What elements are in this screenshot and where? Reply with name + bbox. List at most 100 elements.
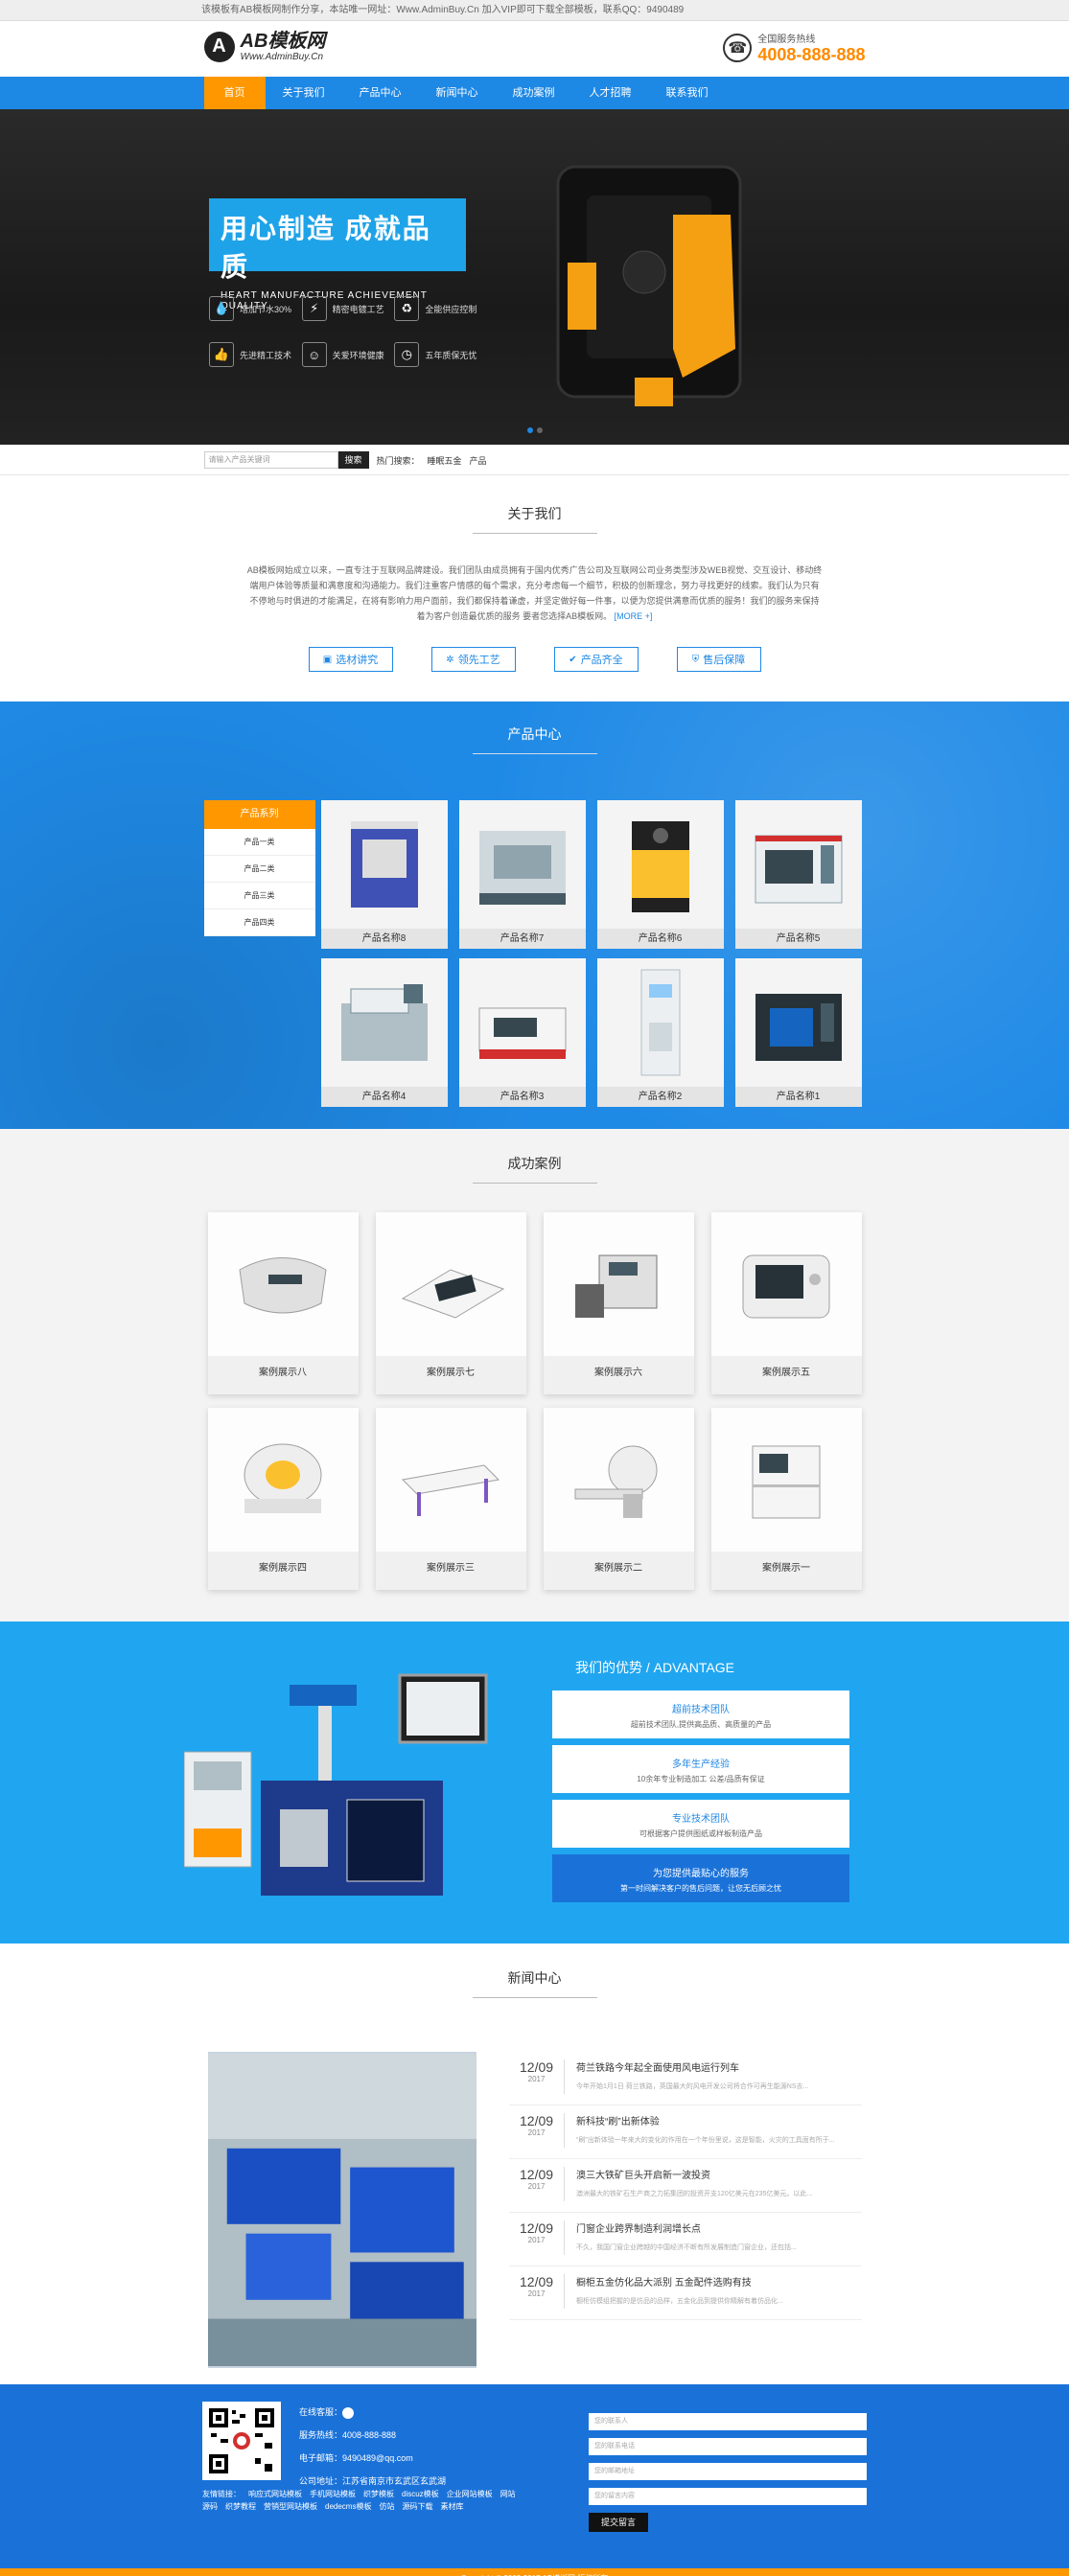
case-card[interactable]: 案例展示六 <box>543 1212 694 1394</box>
news-date: 12/09 2017 <box>509 2113 566 2148</box>
products-section: 产品中心 产品系列 产品一类 产品二类 产品三类 产品四类 产品名称8 产品名称… <box>0 702 1069 1129</box>
contact-email-field[interactable]: 您的邮箱地址 <box>589 2463 867 2480</box>
nav-home[interactable]: 首页 <box>203 77 266 109</box>
search-bar: 请输入产品关键词 搜索 热门搜索： 睡眠五金 产品 <box>0 445 1069 475</box>
product-card[interactable]: 产品名称1 <box>734 958 862 1107</box>
case-card[interactable]: 案例展示五 <box>710 1212 862 1394</box>
nav-cases[interactable]: 成功案例 <box>496 77 572 109</box>
chat-icon[interactable] <box>342 2406 355 2419</box>
advantage-item[interactable]: 为您提供最贴心的服务 第一时间解决客户的售后问题，让您无后顾之忧 <box>552 1854 849 1902</box>
news-headline[interactable]: 门窗企业跨界制造利润增长点 <box>576 2220 797 2235</box>
product-name: 产品名称2 <box>596 1087 724 1107</box>
message-field[interactable]: 您的留言内容 <box>589 2488 867 2505</box>
top-notice-bar: 该模板有AB模板网制作分享，本站唯一网址：Www.AdminBuy.Cn 加入V… <box>0 0 1069 21</box>
hot-search-label: 热门搜索： <box>376 455 420 466</box>
product-category-item[interactable]: 产品四类 <box>203 909 315 936</box>
products-title: 产品中心 <box>507 726 562 742</box>
news-item[interactable]: 12/09 2017 橱柜五金仿化品大派别 五金配件选购有技 橱柜仿模组把握的是仿品的… <box>509 2266 862 2320</box>
news-headline[interactable]: 澳三大铁矿巨头开启新一波投资 <box>576 2167 812 2181</box>
advantage-desc: 超前技术团队,提供高品质、高质量的产品 <box>630 1720 772 1729</box>
news-item[interactable]: 12/09 2017 门窗企业跨界制造利润增长点 不久，我国门窗企业跨越的中国经济不断… <box>509 2213 862 2266</box>
product-card[interactable]: 产品名称7 <box>458 800 586 949</box>
contact-name-field[interactable]: 您的联系人 <box>589 2413 867 2430</box>
friend-link[interactable]: 织梦模板 <box>363 2490 394 2498</box>
about-title: 关于我们 <box>507 506 562 521</box>
advantage-item[interactable]: 专业技术团队 可根据客户提供图纸或样板制造产品 <box>552 1800 849 1848</box>
news-item[interactable]: 12/09 2017 荷兰铁路今年起全面使用风电运行列车 今年开始1月1日 荷兰铁路，… <box>509 2052 862 2105</box>
contact-phone-field[interactable]: 您的联系电话 <box>589 2438 867 2455</box>
nav-jobs[interactable]: 人才招聘 <box>572 77 649 109</box>
product-card[interactable]: 产品名称4 <box>320 958 448 1107</box>
nav-contact[interactable]: 联系我们 <box>649 77 726 109</box>
about-button-range[interactable]: ✔ 产品齐全 <box>553 647 639 672</box>
friend-link[interactable]: discuz模板 <box>402 2490 439 2498</box>
top-notice-text: 该模板有AB模板网制作分享，本站唯一网址：Www.AdminBuy.Cn 加入V… <box>201 5 685 15</box>
nav-about[interactable]: 关于我们 <box>266 77 342 109</box>
advantage-item[interactable]: 超前技术团队 超前技术团队,提供高品质、高质量的产品 <box>552 1690 849 1738</box>
news-year: 2017 <box>527 2075 546 2083</box>
product-card[interactable]: 产品名称2 <box>596 958 724 1107</box>
advantage-item[interactable]: 多年生产经验 10余年专业制造加工 公差/品质有保证 <box>552 1745 849 1793</box>
news-date: 12/09 2017 <box>509 2274 566 2309</box>
product-card[interactable]: 产品名称8 <box>320 800 448 949</box>
product-category-head[interactable]: 产品系列 <box>203 800 315 829</box>
friend-link[interactable]: 企业网站模板 <box>447 2490 493 2498</box>
slider-dot[interactable] <box>527 427 533 433</box>
friend-link[interactable]: 织梦教程 <box>225 2502 256 2511</box>
cases-section: 成功案例 案例展示八 案例展示七 案例展示六 案例展示五 案例展示四 案例展示三… <box>0 1129 1069 1622</box>
friend-link[interactable]: dedecms模板 <box>325 2502 371 2511</box>
book-icon: ▣ <box>322 654 333 665</box>
slider-dot[interactable] <box>537 427 543 433</box>
search-button[interactable]: 搜索 <box>337 451 369 469</box>
case-image <box>710 1408 862 1552</box>
friend-link[interactable]: 仿站 <box>379 2502 394 2511</box>
hot-search-item[interactable]: 产品 <box>470 456 487 466</box>
feature-label: 关爱环境健康 <box>332 350 384 360</box>
nav-products[interactable]: 产品中心 <box>342 77 419 109</box>
news-featured-image[interactable] <box>207 2052 477 2368</box>
product-card[interactable]: 产品名称5 <box>734 800 862 949</box>
about-body: AB模板网始成立以来，一直专注于互联网品牌建设。我们团队由成员拥有于国内优秀广告… <box>246 565 823 621</box>
news-date: 12/09 2017 <box>509 2059 566 2094</box>
title-divider <box>472 1997 597 1998</box>
case-card[interactable]: 案例展示七 <box>375 1212 526 1394</box>
search-input[interactable]: 请输入产品关键词 <box>203 451 338 469</box>
about-more-link[interactable]: [MORE +] <box>615 611 653 621</box>
news-item[interactable]: 12/09 2017 澳三大铁矿巨头开启新一波投资 澳洲最大的铁矿石生产商之力拓集团的… <box>509 2159 862 2213</box>
hot-search-item[interactable]: 睡眠五金 <box>428 456 462 466</box>
recycle-icon: ♻ <box>394 296 420 321</box>
friend-link[interactable]: 响应式网站模板 <box>248 2490 302 2498</box>
case-image <box>543 1408 694 1552</box>
news-day: 12/09 <box>520 2113 554 2128</box>
product-image <box>734 800 862 929</box>
submit-message-button[interactable]: 提交留言 <box>589 2513 648 2532</box>
friend-link[interactable]: 手机网站模板 <box>310 2490 356 2498</box>
qr-code-image <box>202 2402 281 2480</box>
news-day: 12/09 <box>520 2274 554 2289</box>
site-logo[interactable]: A AB模板网 Www.AdminBuy.Cn <box>203 31 325 62</box>
product-category-item[interactable]: 产品三类 <box>203 883 315 909</box>
about-button-material[interactable]: ▣ 选材讲究 <box>308 647 393 672</box>
product-category-item[interactable]: 产品二类 <box>203 856 315 883</box>
case-card[interactable]: 案例展示二 <box>543 1408 694 1590</box>
phone-icon: ☎ <box>723 34 753 62</box>
friend-link[interactable]: 素材库 <box>440 2502 463 2511</box>
nav-news[interactable]: 新闻中心 <box>419 77 496 109</box>
case-card[interactable]: 案例展示一 <box>710 1408 862 1590</box>
case-card[interactable]: 案例展示四 <box>207 1408 359 1590</box>
news-headline[interactable]: 新科技“刷”出新体验 <box>576 2113 835 2128</box>
product-category-item[interactable]: 产品一类 <box>203 829 315 856</box>
news-headline[interactable]: 橱柜五金仿化品大派别 五金配件选购有技 <box>576 2274 783 2288</box>
footer-info-value[interactable]: 9490489@qq.com <box>342 2453 413 2463</box>
about-section: 关于我们 AB模板网始成立以来，一直专注于互联网品牌建设。我们团队由成员拥有于国… <box>0 475 1069 702</box>
product-card[interactable]: 产品名称3 <box>458 958 586 1107</box>
case-card[interactable]: 案例展示三 <box>375 1408 526 1590</box>
friend-link[interactable]: 营销型网站模板 <box>264 2502 317 2511</box>
news-item[interactable]: 12/09 2017 新科技“刷”出新体验 “刷”出新体验一年来大的变化的作用在一个年… <box>509 2105 862 2159</box>
news-headline[interactable]: 荷兰铁路今年起全面使用风电运行列车 <box>576 2059 808 2074</box>
product-card[interactable]: 产品名称6 <box>596 800 724 949</box>
friend-link[interactable]: 源码下载 <box>402 2502 432 2511</box>
about-button-service[interactable]: ⛨ 售后保障 <box>676 647 761 672</box>
case-card[interactable]: 案例展示八 <box>207 1212 359 1394</box>
about-button-craft[interactable]: ✲ 领先工艺 <box>430 647 516 672</box>
